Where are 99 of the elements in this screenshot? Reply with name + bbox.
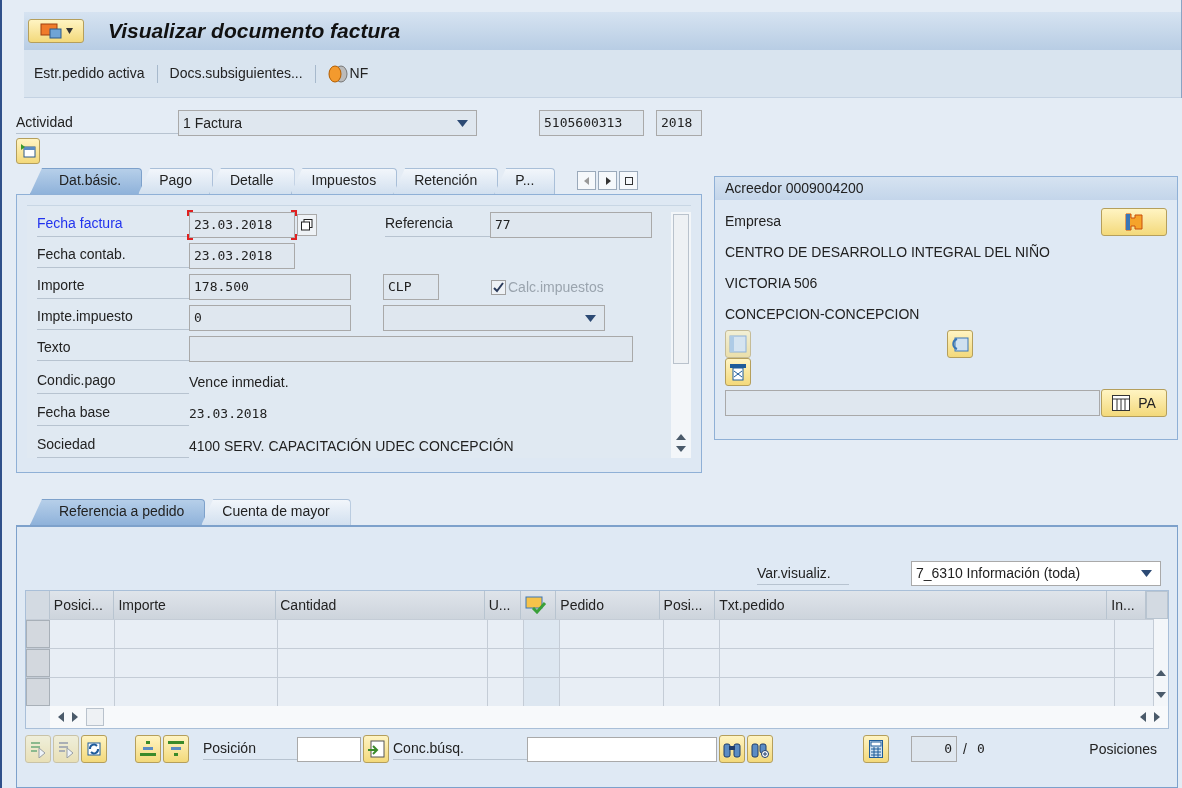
column-header[interactable] (520, 591, 557, 619)
field-label: Var.visualiz. (757, 562, 849, 585)
column-header[interactable]: Posici... (49, 591, 115, 619)
find-next-button[interactable] (747, 735, 773, 763)
invoice-date-field[interactable]: 23.03.2018 (189, 212, 295, 238)
column-header[interactable]: Txt.pedido (715, 591, 1108, 619)
text-field[interactable] (189, 336, 633, 362)
count-separator: / (963, 739, 967, 759)
field-label: Condic.pago (37, 370, 189, 394)
list-arrow-icon (29, 740, 47, 758)
scroll-left-icon[interactable] (1140, 712, 1146, 722)
field-label: Fecha base (37, 402, 189, 426)
baseline-date-value: 23.03.2018 (189, 405, 268, 424)
checked-card-icon (524, 596, 547, 614)
sort-icon (167, 740, 185, 758)
dropdown-caret-icon (1141, 570, 1152, 577)
tab[interactable]: Cuenta de mayor (201, 499, 351, 525)
count-field[interactable]: 0 (911, 736, 957, 762)
tab[interactable]: Dat.básic. (30, 168, 143, 194)
coins-icon (327, 64, 348, 83)
email-button[interactable] (725, 358, 751, 386)
scroll-thumb[interactable] (86, 708, 104, 726)
column-header[interactable]: U... (484, 591, 521, 619)
column-header[interactable]: Pedido (556, 591, 660, 619)
toolbar-button[interactable]: Estr.pedido activa (34, 63, 145, 84)
position-field[interactable] (297, 736, 361, 762)
refresh-icon (85, 740, 103, 758)
calendar-button[interactable] (297, 214, 317, 236)
caret-icon (65, 28, 73, 34)
count-label: Posiciones (1089, 739, 1157, 759)
sort-ascending-button[interactable] (135, 735, 161, 763)
dropdown-caret-icon (585, 314, 596, 322)
vendor-address-line: VICTORIA 506 (725, 274, 818, 293)
vendor-address-line: CENTRO DE DESARROLLO INTEGRAL DEL NIÑO (725, 243, 1050, 262)
tab[interactable]: P... (494, 168, 556, 194)
tab[interactable]: Impuestos (290, 168, 398, 194)
vertical-scrollbar[interactable] (1154, 619, 1168, 706)
tab[interactable]: Pago (138, 168, 213, 194)
vertical-scrollbar[interactable] (671, 212, 691, 458)
vendor-title: Acreedor 0009004200 (725, 179, 864, 198)
printer-icon (730, 363, 746, 381)
go-to-position-button[interactable] (363, 735, 389, 763)
column-header[interactable]: Posi... (659, 591, 716, 619)
vendor-address-line: CONCEPCION-CONCEPCION (725, 305, 920, 324)
column-header[interactable]: In... (1107, 591, 1147, 619)
calculator-icon (869, 740, 883, 758)
address-button[interactable] (1101, 207, 1167, 236)
year-field[interactable]: 2018 (656, 110, 702, 136)
binoculars-plus-icon (751, 740, 769, 758)
sort-icon (139, 740, 157, 758)
toolbar-button[interactable]: Docs.subsiguientes... (169, 63, 303, 84)
check-icon (493, 281, 504, 293)
reference-field[interactable]: 77 (490, 212, 652, 238)
field-label: Sociedad (37, 434, 189, 458)
column-header[interactable]: Importe (114, 591, 277, 619)
amount-field[interactable]: 178.500 (189, 274, 351, 300)
binoculars-icon (723, 740, 741, 758)
tree-button[interactable] (16, 138, 40, 164)
tab[interactable]: Retención (393, 168, 499, 194)
copy-icon (301, 219, 313, 231)
search-term-field[interactable] (527, 736, 717, 762)
scroll-up-icon[interactable] (1156, 670, 1166, 676)
tab-list-icon[interactable] (619, 171, 639, 190)
table-icon (1112, 395, 1131, 411)
communication-field[interactable] (725, 390, 1100, 416)
company-value: 4100 SERV. CAPACITACIÓN UDEC CONCEPCIÓN (189, 436, 514, 456)
fax-button[interactable] (947, 330, 973, 358)
scroll-down-icon[interactable] (676, 446, 686, 452)
horizontal-scrollbar[interactable] (50, 706, 1168, 728)
list-arrow-icon (57, 740, 75, 758)
refresh-button[interactable] (81, 735, 107, 763)
screen-icon (39, 23, 62, 39)
count-total: 0 (976, 740, 985, 759)
window-title: Visualizar documento factura (108, 18, 401, 45)
dropdown-caret-icon (457, 119, 468, 127)
calculator-button[interactable] (863, 735, 889, 763)
pa-button[interactable]: PA (1101, 389, 1167, 417)
document-number-field[interactable]: 5105600313 (539, 110, 644, 136)
payment-terms-value: Vence inmediat. (189, 372, 289, 392)
activity-dropdown[interactable]: 1 Factura (178, 110, 477, 136)
column-header[interactable]: Cantidad (276, 591, 485, 619)
tab[interactable]: Detalle (208, 168, 295, 194)
tab[interactable]: Referencia a pedido (30, 499, 206, 525)
layout-dropdown[interactable]: 7_6310 Información (toda) (911, 561, 1161, 586)
scroll-left-icon[interactable] (58, 712, 64, 722)
find-button[interactable] (719, 735, 745, 763)
enter-icon (367, 740, 385, 758)
toolbar-button[interactable]: NF (327, 63, 369, 84)
posting-date-field[interactable]: 23.03.2018 (189, 243, 295, 269)
tax-amount-field[interactable]: 0 (189, 305, 351, 331)
sort-descending-button[interactable] (163, 735, 189, 763)
vendor-address-line: Empresa (725, 212, 782, 231)
scroll-right-icon[interactable] (1154, 712, 1160, 722)
menu-button[interactable] (28, 19, 84, 43)
scroll-up-icon[interactable] (676, 434, 686, 440)
currency-field[interactable]: CLP (383, 274, 439, 300)
scroll-down-icon[interactable] (1156, 692, 1166, 698)
scroll-right-icon[interactable] (72, 712, 78, 722)
tabs-right-icon[interactable] (598, 171, 618, 190)
